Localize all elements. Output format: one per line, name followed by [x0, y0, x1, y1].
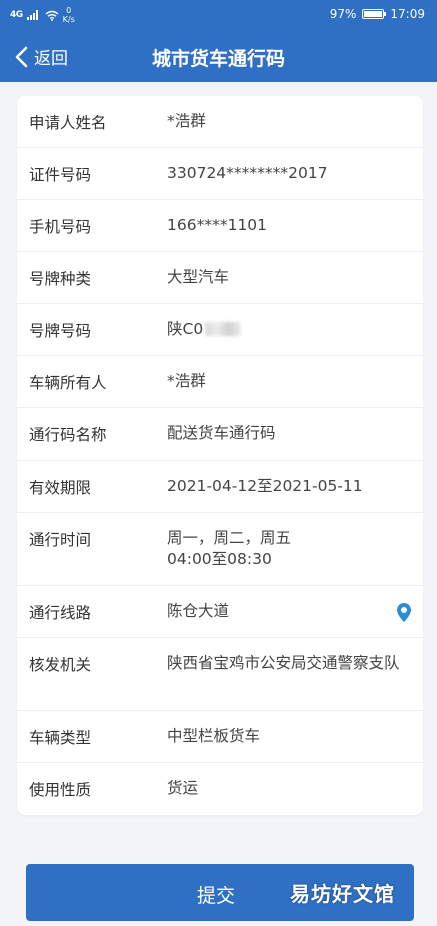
row-value: 大型汽车 — [167, 268, 230, 286]
status-right: 97% 17:09 — [330, 7, 425, 21]
row-route: 通行线路 陈仓大道 — [17, 586, 423, 638]
row-label: 号牌号码 — [29, 322, 92, 340]
net-speed: 0 K/s — [63, 6, 75, 24]
map-pin-icon[interactable] — [397, 603, 411, 622]
nav-bar: 返回 城市货车通行码 — [0, 32, 437, 82]
row-value: 166****1101 — [167, 216, 268, 234]
row-label: 号牌种类 — [29, 270, 92, 288]
row-phone: 手机号码 166****1101 — [17, 200, 423, 252]
row-vehicle-type: 车辆类型 中型栏板货车 — [17, 711, 423, 763]
row-usage: 使用性质 货运 — [17, 763, 423, 815]
row-value: *浩群 — [167, 112, 206, 130]
row-value: 2021-04-12至2021-05-11 — [167, 477, 363, 495]
row-label: 车辆所有人 — [29, 374, 107, 392]
row-label: 通行线路 — [29, 604, 92, 622]
watermark: 易坊好文馆 — [290, 882, 395, 906]
row-value: 陕西省宝鸡市公安局交通警察支队 — [167, 654, 400, 672]
row-value: 货运 — [167, 779, 199, 797]
row-plate-number: 号牌号码 陕C0 — [17, 304, 423, 356]
signal-bars-icon — [26, 10, 38, 20]
row-label: 核发机关 — [29, 656, 92, 674]
row-label: 使用性质 — [29, 781, 92, 799]
row-plate-type: 号牌种类 大型汽车 — [17, 252, 423, 304]
page-title: 城市货车通行码 — [151, 48, 285, 70]
net-speed-value: 0 — [66, 6, 72, 15]
pass-days: 周一，周二，周五 — [167, 529, 292, 547]
net-speed-unit: K/s — [62, 15, 75, 24]
row-value: 陈仓大道 — [167, 602, 230, 620]
row-pass-time: 通行时间 周一，周二，周五 04:00至08:30 — [17, 513, 423, 586]
row-value-wrap: 陕C0 — [167, 319, 403, 340]
row-label: 车辆类型 — [29, 729, 92, 747]
row-label: 申请人姓名 — [29, 114, 107, 132]
status-time: 17:09 — [390, 7, 425, 21]
row-validity: 有效期限 2021-04-12至2021-05-11 — [17, 461, 423, 513]
redacted-blur — [205, 322, 242, 336]
battery-fill — [364, 11, 382, 17]
row-label: 手机号码 — [29, 218, 92, 236]
row-label: 通行时间 — [29, 531, 92, 549]
signal-icon: 4G — [10, 10, 23, 20]
info-card: 申请人姓名 *浩群 证件号码 330724********2017 手机号码 1… — [17, 96, 423, 815]
submit-label: 提交 — [197, 885, 236, 907]
row-vehicle-owner: 车辆所有人 *浩群 — [17, 356, 423, 408]
row-value: *浩群 — [167, 372, 206, 390]
status-bar: 4G 0 K/s 97% 17:09 — [0, 0, 437, 32]
row-pass-name: 通行码名称 配送货车通行码 — [17, 408, 423, 461]
row-applicant-name: 申请人姓名 *浩群 — [17, 96, 423, 148]
row-value: 配送货车通行码 — [167, 424, 276, 442]
plate-number-value: 陕C0 — [167, 320, 204, 338]
row-value: 中型栏板货车 — [167, 727, 261, 745]
battery-icon — [362, 9, 387, 19]
row-issuing-authority: 核发机关 陕西省宝鸡市公安局交通警察支队 — [17, 638, 423, 711]
row-id-number: 证件号码 330724********2017 — [17, 148, 423, 200]
row-label: 证件号码 — [29, 166, 92, 184]
pass-hours: 04:00至08:30 — [167, 550, 272, 568]
row-label: 有效期限 — [29, 479, 92, 497]
row-label: 通行码名称 — [29, 426, 107, 444]
row-value: 330724********2017 — [167, 164, 328, 182]
battery-percent: 97% — [329, 7, 357, 21]
row-value-wrap: 周一，周二，周五 04:00至08:30 — [167, 528, 403, 570]
wifi-icon — [45, 10, 59, 21]
status-left: 4G 0 K/s — [10, 6, 75, 24]
